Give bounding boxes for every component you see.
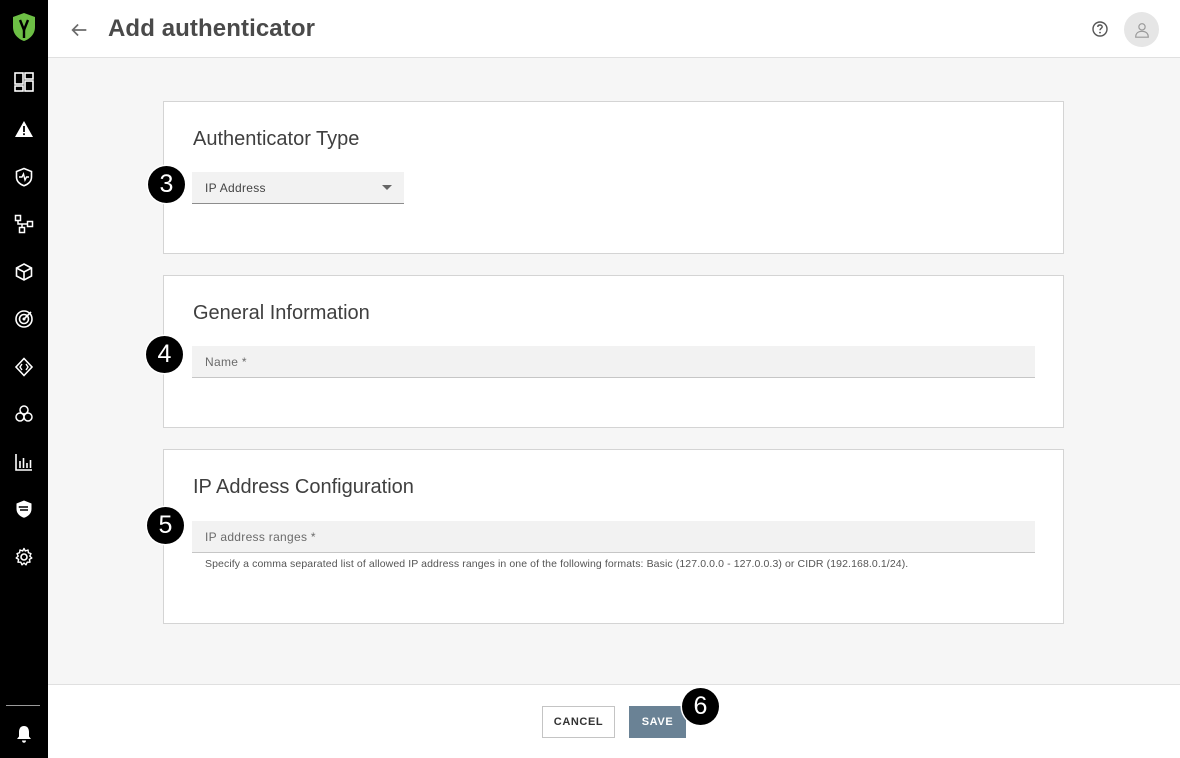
general-information-card: General Information Name * — [163, 275, 1064, 428]
step-marker-4: 4 — [146, 336, 183, 373]
ip-address-configuration-title: IP Address Configuration — [193, 476, 414, 498]
authenticator-type-select[interactable]: IP Address — [192, 172, 404, 204]
bell-icon[interactable] — [12, 722, 36, 746]
page-title: Add authenticator — [108, 15, 316, 42]
shield-health-icon[interactable] — [12, 165, 36, 189]
sidebar — [0, 0, 48, 758]
step-marker-6: 6 — [682, 688, 719, 725]
policy-shield-icon[interactable] — [12, 497, 36, 521]
general-information-title: General Information — [193, 302, 370, 324]
alert-icon[interactable] — [12, 117, 36, 141]
dashboard-icon[interactable] — [12, 70, 36, 94]
authenticator-type-card: Authenticator Type IP Address — [163, 101, 1064, 254]
box-icon[interactable] — [12, 260, 36, 284]
arrow-left-icon — [71, 23, 87, 37]
avatar[interactable] — [1124, 12, 1159, 47]
step-marker-3: 3 — [148, 166, 185, 203]
footer-actions: CANCEL SAVE — [48, 684, 1180, 758]
sidebar-divider — [6, 705, 40, 706]
page-header: Add authenticator — [48, 0, 1180, 58]
step-marker-5: 5 — [147, 507, 184, 544]
network-topology-icon[interactable] — [12, 212, 36, 236]
select-value: IP Address — [205, 181, 266, 195]
name-field[interactable]: Name * — [192, 346, 1035, 378]
help-circle-icon[interactable] — [1091, 20, 1109, 38]
ip-ranges-placeholder: IP address ranges * — [205, 530, 316, 544]
save-button[interactable]: SAVE — [629, 706, 686, 738]
radar-icon[interactable] — [12, 307, 36, 331]
integrations-icon[interactable] — [12, 402, 36, 426]
authenticator-type-title: Authenticator Type — [193, 128, 360, 150]
ip-address-ranges-field[interactable]: IP address ranges * — [192, 521, 1035, 553]
product-logo-icon[interactable] — [11, 12, 37, 42]
api-code-icon[interactable] — [12, 355, 36, 379]
gear-icon[interactable] — [12, 545, 36, 569]
user-icon — [1134, 22, 1149, 38]
main-content: Authenticator Type IP Address General In… — [48, 58, 1180, 684]
name-placeholder: Name * — [205, 355, 247, 369]
cancel-button[interactable]: CANCEL — [542, 706, 615, 738]
ip-ranges-helper-text: Specify a comma separated list of allowe… — [205, 558, 909, 570]
analytics-chart-icon[interactable] — [12, 450, 36, 474]
caret-down-icon — [382, 185, 392, 190]
ip-address-configuration-card: IP Address Configuration IP address rang… — [163, 449, 1064, 624]
back-button[interactable] — [66, 17, 92, 43]
